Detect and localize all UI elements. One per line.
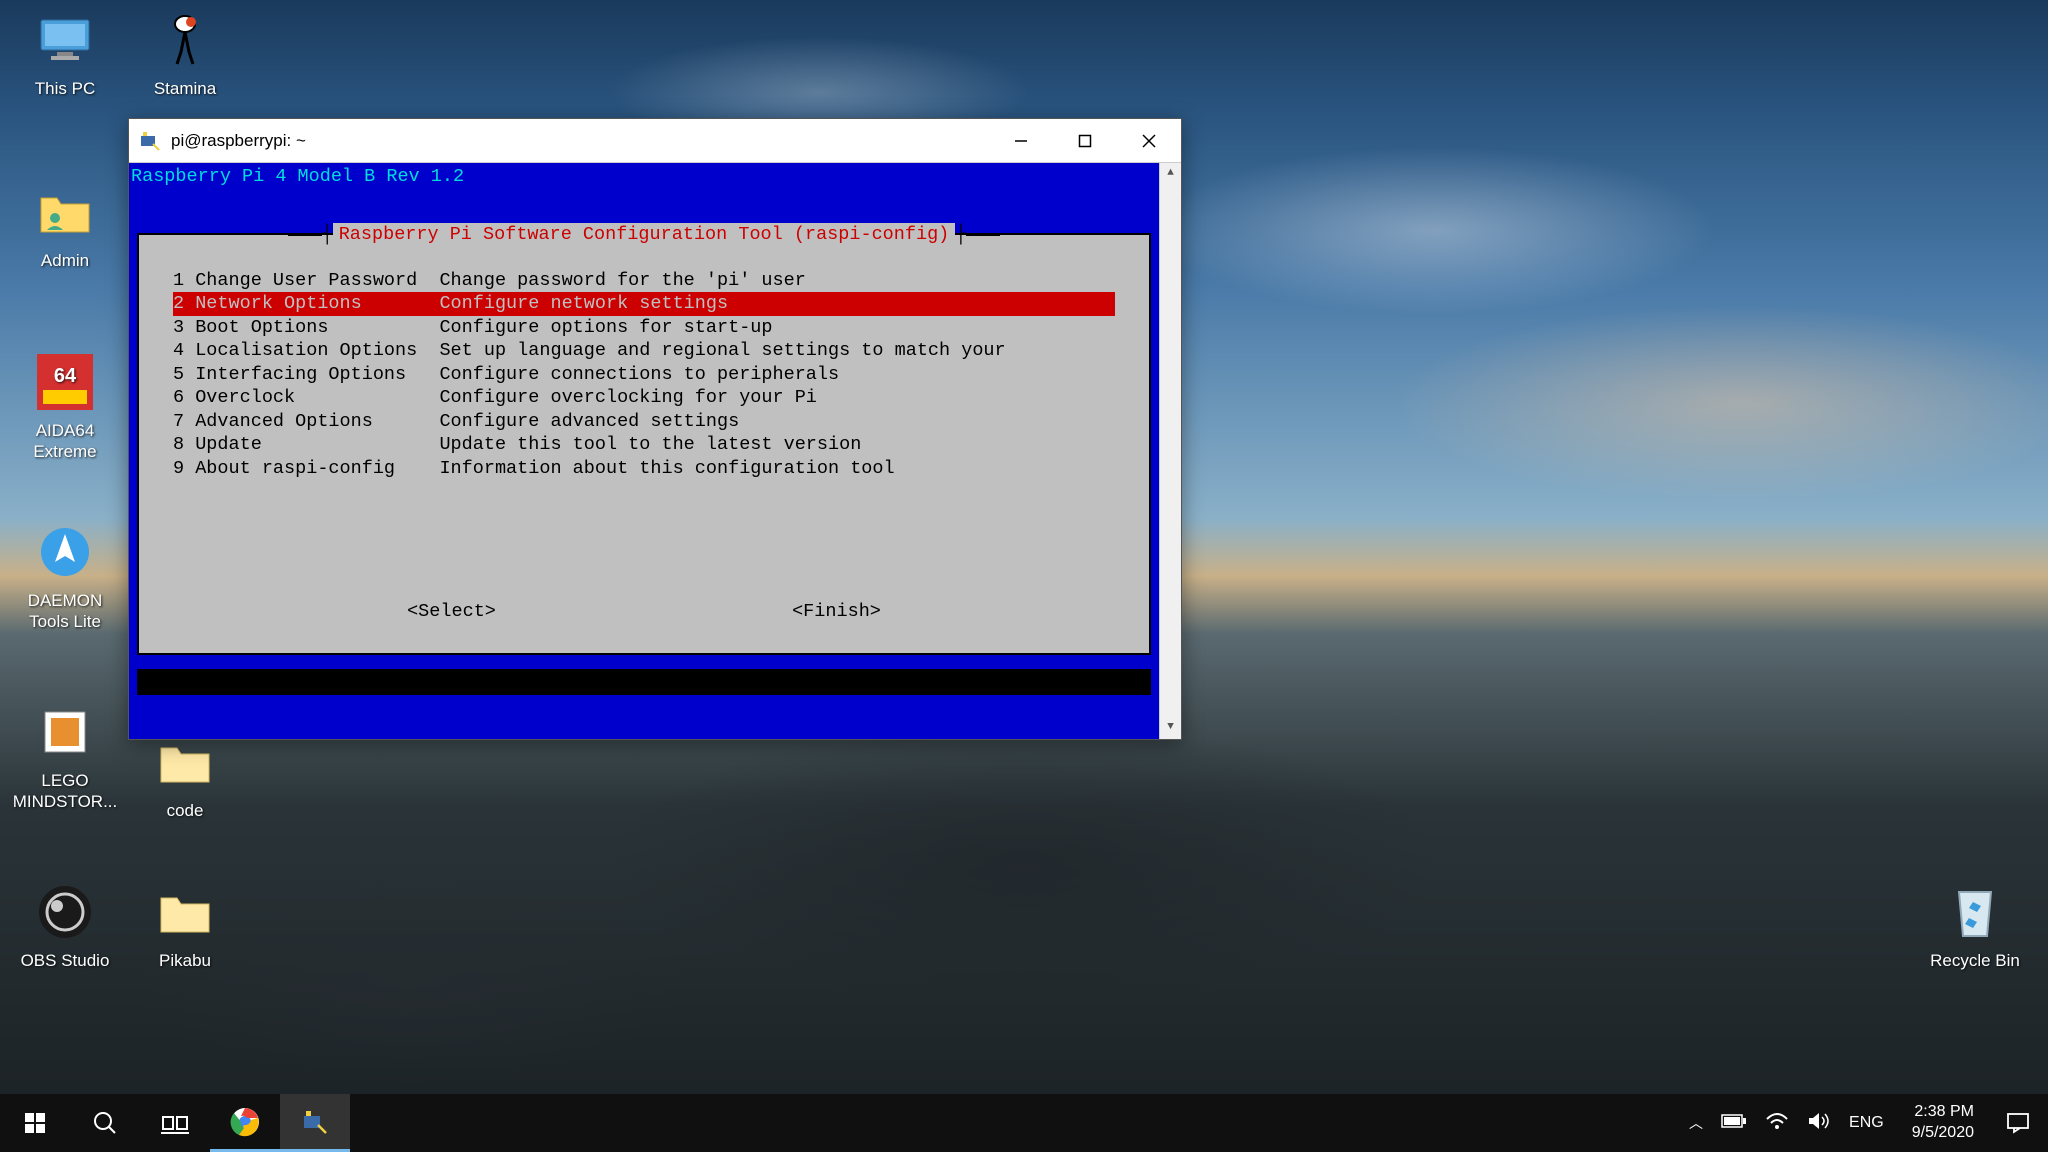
desktop-icon-recycle-bin[interactable]: Recycle Bin	[1920, 880, 2030, 971]
recycle-bin-icon	[1943, 880, 2007, 944]
menu-item-2[interactable]: 2 Network Options Configure network sett…	[173, 292, 1115, 316]
start-button[interactable]	[0, 1094, 70, 1152]
finish-button[interactable]: <Finish>	[792, 600, 881, 624]
desktop-icon-stamina[interactable]: Stamina	[130, 8, 240, 99]
tray-wifi-icon[interactable]	[1765, 1111, 1789, 1136]
desktop-icon-label: Admin	[41, 250, 89, 271]
desktop-icon-obs[interactable]: OBS Studio	[10, 880, 120, 971]
select-button[interactable]: <Select>	[407, 600, 496, 624]
tray-language[interactable]: ENG	[1849, 1114, 1884, 1132]
config-dialog-title: Raspberry Pi Software Configuration Tool…	[333, 223, 956, 247]
desktop-icon-admin[interactable]: Admin	[10, 180, 120, 271]
svg-text:64: 64	[54, 365, 77, 387]
obs-icon	[33, 880, 97, 944]
desktop-icon-label: Recycle Bin	[1930, 950, 2020, 971]
taskbar-putty[interactable]	[280, 1094, 350, 1152]
menu-item-4[interactable]: 4 Localisation Options Set up language a…	[139, 339, 1149, 363]
window-titlebar[interactable]: pi@raspberrypi: ~	[129, 119, 1181, 163]
tray-volume-icon[interactable]	[1807, 1111, 1831, 1136]
desktop-icon-label: OBS Studio	[21, 950, 110, 971]
desktop-icon-label: code	[167, 800, 204, 821]
desktop-icon-this-pc[interactable]: This PC	[10, 8, 120, 99]
taskbar: ︿ ENG 2:38 PM 9/5/2020	[0, 1094, 2048, 1152]
maximize-button[interactable]	[1053, 119, 1117, 163]
terminal-area[interactable]: Raspberry Pi 4 Model B Rev 1.2 ┤ Raspber…	[129, 163, 1181, 739]
terminal-scrollbar[interactable]: ▲ ▼	[1159, 163, 1181, 739]
raspi-config-dialog: ┤ Raspberry Pi Software Configuration To…	[137, 233, 1151, 655]
menu-item-7[interactable]: 7 Advanced Options Configure advanced se…	[139, 410, 1149, 434]
menu-item-5[interactable]: 5 Interfacing Options Configure connecti…	[139, 363, 1149, 387]
taskbar-clock[interactable]: 2:38 PM 9/5/2020	[1898, 1094, 1988, 1152]
desktop-icon-code[interactable]: code	[130, 730, 240, 821]
config-menu[interactable]: 1 Change User Password Change password f…	[139, 247, 1149, 481]
desktop-icon-daemon[interactable]: DAEMON Tools Lite	[10, 520, 120, 633]
stamina-icon	[153, 8, 217, 72]
computer-icon	[33, 8, 97, 72]
desktop-icon-lego[interactable]: LEGO MINDSTOR...	[10, 700, 120, 813]
minimize-button[interactable]	[989, 119, 1053, 163]
tray-chevron-up-icon[interactable]: ︿	[1689, 1113, 1703, 1133]
folder-icon	[153, 880, 217, 944]
scroll-up-arrow[interactable]: ▲	[1160, 163, 1181, 185]
tray-battery-icon[interactable]	[1721, 1113, 1747, 1134]
clock-time: 2:38 PM	[1914, 1102, 1974, 1123]
window-title: pi@raspberrypi: ~	[171, 131, 989, 151]
menu-item-1[interactable]: 1 Change User Password Change password f…	[139, 269, 1149, 293]
menu-item-8[interactable]: 8 Update Update this tool to the latest …	[139, 433, 1149, 457]
desktop-icon-pikabu[interactable]: Pikabu	[130, 880, 240, 971]
system-tray: ︿ ENG	[1675, 1094, 1898, 1152]
close-button[interactable]	[1117, 119, 1181, 163]
menu-item-3[interactable]: 3 Boot Options Configure options for sta…	[139, 316, 1149, 340]
desktop-icon-label: DAEMON Tools Lite	[10, 590, 120, 633]
aida64-icon: 64	[33, 350, 97, 414]
folder-user-icon	[33, 180, 97, 244]
menu-item-6[interactable]: 6 Overclock Configure overclocking for y…	[139, 386, 1149, 410]
task-view-button[interactable]	[140, 1094, 210, 1152]
desktop-icon-label: Stamina	[154, 78, 216, 99]
terminal-window: pi@raspberrypi: ~ Raspberry Pi 4 Model B…	[128, 118, 1182, 740]
putty-icon	[139, 130, 161, 152]
desktop-icon-aida64[interactable]: 64 AIDA64 Extreme	[10, 350, 120, 463]
notifications-button[interactable]	[1988, 1094, 2048, 1152]
taskbar-chrome[interactable]	[210, 1094, 280, 1152]
terminal-cursor-line	[137, 669, 1151, 695]
clock-date: 9/5/2020	[1912, 1123, 1974, 1144]
desktop-icon-label: Pikabu	[159, 950, 211, 971]
menu-item-9[interactable]: 9 About raspi-config Information about t…	[139, 457, 1149, 481]
search-button[interactable]	[70, 1094, 140, 1152]
desktop-icon-label: AIDA64 Extreme	[10, 420, 120, 463]
desktop-icon-label: LEGO MINDSTOR...	[10, 770, 120, 813]
scroll-down-arrow[interactable]: ▼	[1160, 717, 1181, 739]
desktop-icon-label: This PC	[35, 78, 95, 99]
daemon-icon	[33, 520, 97, 584]
lego-icon	[33, 700, 97, 764]
